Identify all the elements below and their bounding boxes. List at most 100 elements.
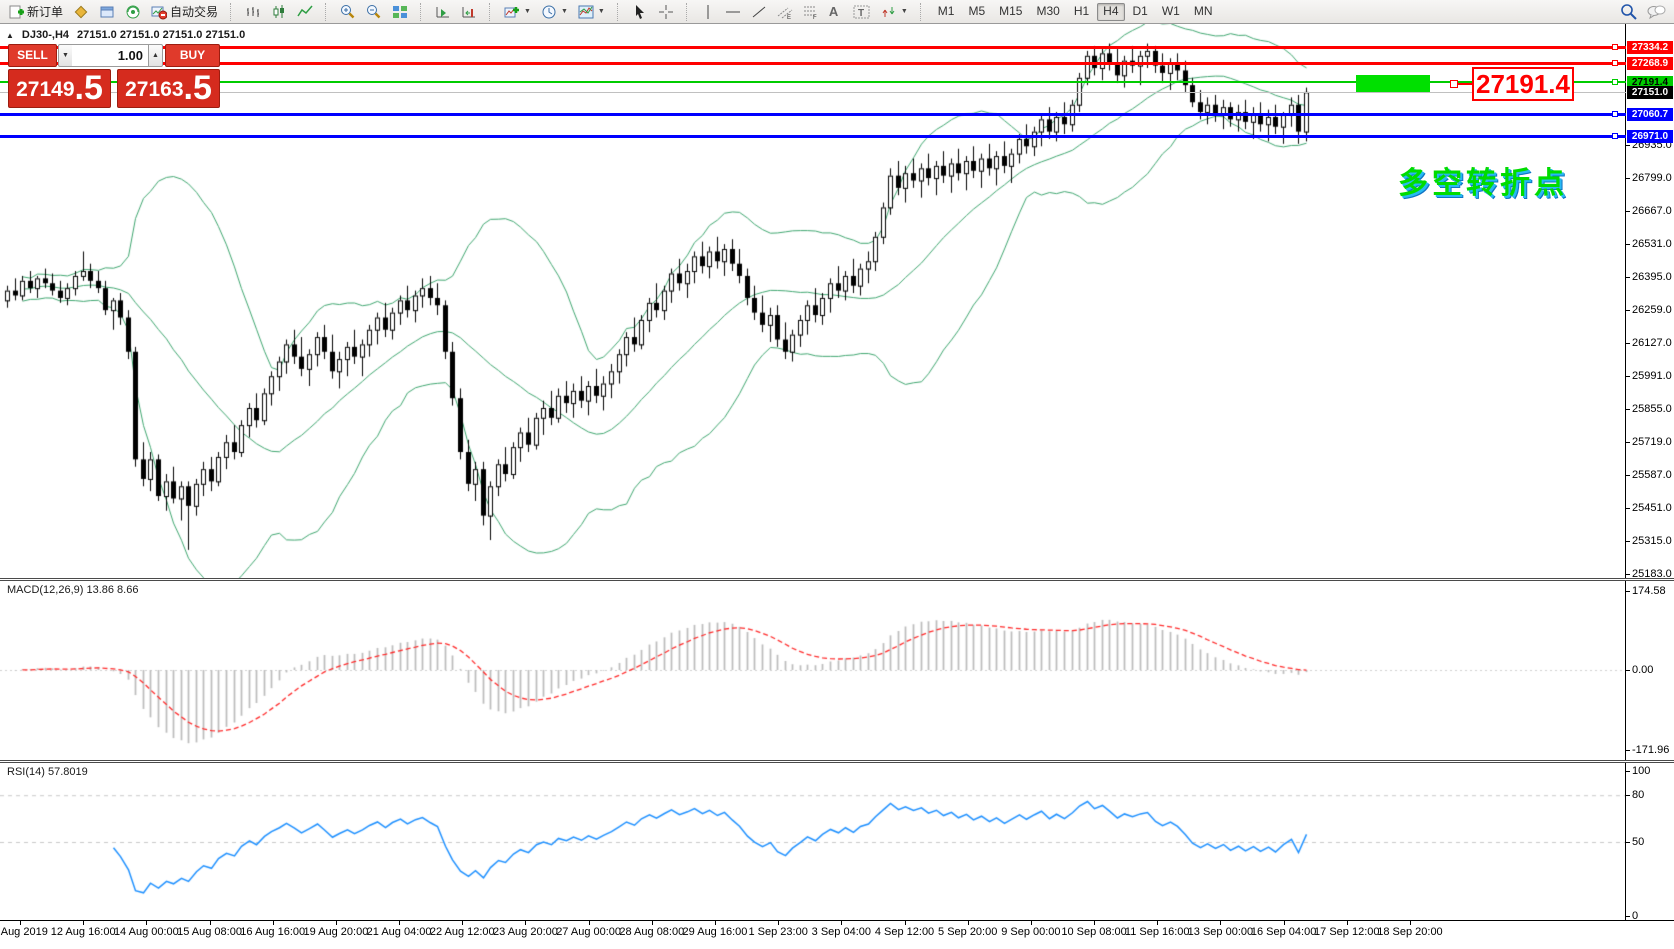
- chart-header: ▲ DJ30-,H4 27151.0 27151.0 27151.0 27151…: [6, 29, 245, 41]
- bar-chart-button[interactable]: [241, 2, 265, 22]
- macd-pane-separator[interactable]: [0, 578, 1674, 581]
- buy-button[interactable]: BUY: [165, 44, 220, 67]
- rsi-axis-tick: 0: [1632, 910, 1638, 922]
- search-button[interactable]: [1616, 2, 1642, 22]
- line-drag-marker[interactable]: [1612, 79, 1618, 85]
- time-axis-label: 14 Aug 00:00: [114, 926, 179, 938]
- macd-axis-tick-mark: [1626, 750, 1630, 751]
- toolbar-separator: [420, 3, 426, 21]
- main-chart-canvas[interactable]: [0, 24, 1626, 578]
- price-tag-27268.9: 27268.9: [1627, 57, 1673, 70]
- fibonacci-button[interactable]: F: [799, 2, 823, 22]
- svg-text:F: F: [813, 15, 817, 20]
- price-callout-text[interactable]: 27191.4: [1472, 67, 1574, 101]
- timeframe-button-h4[interactable]: H4: [1097, 3, 1124, 21]
- horizontal-line-27060.7[interactable]: [0, 113, 1626, 116]
- sell-price-display[interactable]: 27149 .5: [8, 69, 111, 108]
- data-window-button[interactable]: [95, 2, 119, 22]
- time-axis-label: 13 Sep 00:00: [1188, 926, 1253, 938]
- volume-decrease-button[interactable]: ▼: [58, 44, 73, 67]
- line-chart-button[interactable]: [293, 2, 317, 22]
- volume-increase-button[interactable]: ▲: [148, 44, 163, 67]
- autotrading-button[interactable]: 自动交易: [147, 2, 222, 22]
- auto-scroll-button[interactable]: [431, 2, 455, 22]
- main-toolbar: 新订单 自动交易 ▼ ▼ ▼: [0, 0, 1674, 24]
- highlight-rectangle[interactable]: [1356, 75, 1430, 92]
- timeframe-button-m1[interactable]: M1: [932, 3, 961, 21]
- new-order-button[interactable]: 新订单: [4, 2, 67, 22]
- timeframe-button-m30[interactable]: M30: [1030, 3, 1065, 21]
- price-axis-tick-mark: [1626, 574, 1630, 575]
- line-drag-marker[interactable]: [1612, 44, 1618, 50]
- price-axis-tick: 26127.0: [1632, 337, 1672, 349]
- chart-shift-button[interactable]: [457, 2, 481, 22]
- trendline-button[interactable]: [747, 2, 771, 22]
- templates-button[interactable]: ▼: [574, 2, 609, 22]
- horizontal-line-26971.0[interactable]: [0, 135, 1626, 138]
- svg-text:E: E: [787, 15, 791, 20]
- one-click-trading-panel: SELL ▼ ▲ BUY 27149 .5 27163 .5: [8, 44, 220, 108]
- horizontal-line-button[interactable]: [721, 2, 745, 22]
- time-axis-label: 28 Aug 08:00: [619, 926, 684, 938]
- rsi-pane-separator[interactable]: [0, 760, 1674, 763]
- price-axis-tick: 25451.0: [1632, 502, 1672, 514]
- time-axis-tick-mark: [841, 921, 842, 925]
- timeframe-button-w1[interactable]: W1: [1156, 3, 1186, 21]
- current-price-tag: 27151.0: [1627, 86, 1673, 99]
- time-axis-label: 5 Sep 20:00: [938, 926, 997, 938]
- toolbar-separator: [617, 3, 623, 21]
- horizontal-line-27334.2[interactable]: [0, 46, 1626, 49]
- price-axis-tick-mark: [1626, 343, 1630, 344]
- new-order-label: 新订单: [27, 3, 63, 20]
- zoom-in-button[interactable]: [336, 2, 360, 22]
- timeframe-button-d1[interactable]: D1: [1127, 3, 1154, 21]
- dropdown-caret-icon: ▼: [901, 8, 908, 15]
- toolbar-right-group: [1616, 2, 1670, 22]
- rsi-pane-canvas[interactable]: [0, 764, 1626, 920]
- timeframe-button-m15[interactable]: M15: [993, 3, 1028, 21]
- navigator-button[interactable]: [121, 2, 145, 22]
- indicators-button[interactable]: ▼: [500, 2, 535, 22]
- collapse-panel-icon[interactable]: ▲: [6, 31, 14, 40]
- chat-button[interactable]: [1642, 2, 1670, 22]
- dropdown-caret-icon: ▼: [524, 8, 531, 15]
- price-axis-tick-mark: [1626, 442, 1630, 443]
- timeframe-button-h1[interactable]: H1: [1068, 3, 1095, 21]
- line-drag-marker[interactable]: [1612, 60, 1618, 66]
- macd-axis-tick: 0.00: [1632, 664, 1653, 676]
- sell-button[interactable]: SELL: [8, 44, 57, 67]
- crosshair-button[interactable]: [654, 2, 678, 22]
- time-axis-tick-mark: [1220, 921, 1221, 925]
- new-order-icon: [8, 4, 24, 20]
- time-axis-tick-mark: [1094, 921, 1095, 925]
- time-axis-label: 9 Aug 2019: [0, 926, 48, 938]
- text-button[interactable]: A: [825, 2, 847, 22]
- cursor-button[interactable]: [628, 2, 652, 22]
- time-axis-border: [0, 920, 1674, 921]
- text-label-button[interactable]: T: [849, 2, 875, 22]
- vertical-line-button[interactable]: [697, 2, 719, 22]
- line-drag-marker[interactable]: [1612, 111, 1618, 117]
- market-watch-button[interactable]: [69, 2, 93, 22]
- timeframe-button-m5[interactable]: M5: [962, 3, 991, 21]
- macd-pane-canvas[interactable]: [0, 582, 1626, 758]
- buy-price-display[interactable]: 27163 .5: [117, 69, 220, 108]
- volume-input[interactable]: [72, 44, 149, 67]
- callout-pointer-line: [1450, 83, 1472, 85]
- zoom-out-button[interactable]: [362, 2, 386, 22]
- timeframe-button-mn[interactable]: MN: [1188, 3, 1219, 21]
- periods-button[interactable]: ▼: [537, 2, 572, 22]
- timeframe-toolbar: M1M5M15M30H1H4D1W1MN: [931, 3, 1220, 21]
- time-axis-tick-mark: [399, 921, 400, 925]
- price-axis-tick: 26395.0: [1632, 271, 1672, 283]
- time-axis-label: 15 Aug 08:00: [177, 926, 242, 938]
- equidistant-channel-button[interactable]: E: [773, 2, 797, 22]
- pivot-point-note[interactable]: 多空转折点: [1398, 158, 1568, 202]
- time-axis-label: 18 Sep 20:00: [1377, 926, 1442, 938]
- price-axis-tick: 25587.0: [1632, 469, 1672, 481]
- line-drag-marker[interactable]: [1612, 133, 1618, 139]
- tile-windows-button[interactable]: [388, 2, 412, 22]
- candlestick-chart-button[interactable]: [267, 2, 291, 22]
- arrows-button[interactable]: ▼: [877, 2, 912, 22]
- horizontal-line-27268.9[interactable]: [0, 62, 1626, 65]
